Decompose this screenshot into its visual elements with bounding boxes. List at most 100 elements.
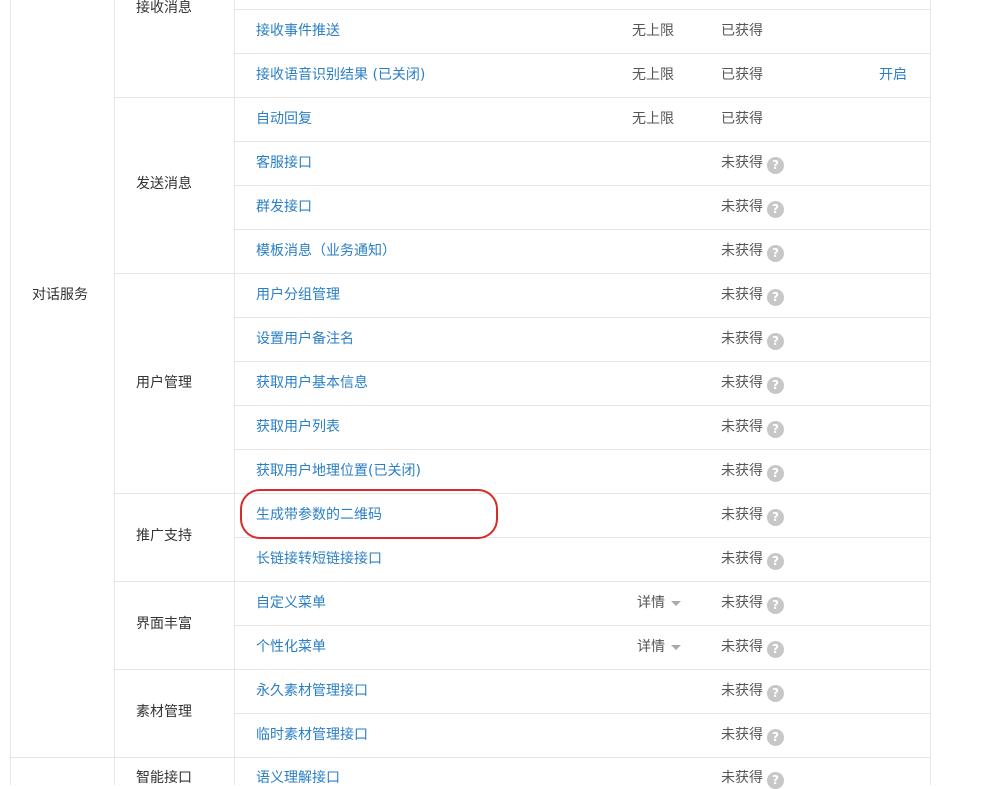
status-cell: 未获得? — [721, 153, 784, 174]
item-link[interactable]: 客服接口 — [256, 153, 312, 173]
status-cell: 未获得? — [721, 505, 784, 526]
status-text: 未获得 — [721, 199, 763, 215]
group-divider-line — [114, 97, 931, 98]
highlight-annotation — [240, 489, 498, 539]
help-icon[interactable]: ? — [767, 289, 784, 306]
enable-link[interactable]: 开启 — [879, 65, 907, 85]
status-cell: 未获得? — [721, 329, 784, 350]
help-icon[interactable]: ? — [767, 465, 784, 482]
help-icon[interactable]: ? — [767, 641, 784, 658]
item-link[interactable]: 接收事件推送 — [256, 21, 340, 41]
help-icon[interactable]: ? — [767, 509, 784, 526]
limit-text: 无上限 — [632, 111, 674, 127]
caret-down-icon — [671, 644, 681, 650]
row-divider — [234, 317, 931, 318]
help-icon[interactable]: ? — [767, 685, 784, 702]
item-link[interactable]: 接收语音识别结果 (已关闭) — [256, 65, 425, 85]
status-text: 未获得 — [721, 463, 763, 479]
item-link[interactable]: 获取用户地理位置(已关闭) — [256, 461, 421, 481]
category-label: 对话服务 — [32, 287, 88, 303]
help-icon[interactable]: ? — [767, 201, 784, 218]
row-divider — [234, 229, 931, 230]
item-link[interactable]: 获取用户基本信息 — [256, 373, 368, 393]
status-text: 未获得 — [721, 639, 763, 655]
item-link[interactable]: 语义理解接口 — [256, 768, 340, 788]
help-icon[interactable]: ? — [767, 553, 784, 570]
status-text: 未获得 — [721, 375, 763, 391]
category-divider-line — [10, 757, 931, 758]
limit-text: 无上限 — [632, 67, 674, 83]
detail-dropdown[interactable]: 详情 — [637, 637, 681, 657]
row-divider — [234, 141, 931, 142]
item-link[interactable]: 长链接转短链接接口 — [256, 549, 382, 569]
item-link[interactable]: 临时素材管理接口 — [256, 725, 368, 745]
help-icon[interactable]: ? — [767, 333, 784, 350]
help-icon[interactable]: ? — [767, 729, 784, 746]
item-link[interactable]: 群发接口 — [256, 197, 312, 217]
item-link[interactable]: 用户分组管理 — [256, 285, 340, 305]
group-label-material: 素材管理 — [136, 704, 192, 720]
row-divider — [234, 625, 931, 626]
status-text: 已获得 — [721, 67, 763, 83]
group-divider-line — [114, 273, 931, 274]
help-icon[interactable]: ? — [767, 245, 784, 262]
row-divider — [234, 713, 931, 714]
status-cell: 未获得? — [721, 549, 784, 570]
row-divider — [234, 405, 931, 406]
status-text: 已获得 — [721, 111, 763, 127]
detail-label: 详情 — [637, 639, 665, 655]
table-border-right — [930, 0, 931, 785]
row-divider — [234, 361, 931, 362]
group-label-receive: 接收消息 — [136, 0, 192, 16]
status-text: 未获得 — [721, 727, 763, 743]
status-cell: 未获得? — [721, 768, 784, 789]
status-text: 未获得 — [721, 683, 763, 699]
row-divider — [234, 9, 931, 10]
status-cell: 未获得? — [721, 461, 784, 482]
status-text: 未获得 — [721, 507, 763, 523]
row-divider — [234, 185, 931, 186]
help-icon[interactable]: ? — [767, 157, 784, 174]
group-divider-line — [114, 493, 931, 494]
item-link[interactable]: 获取用户列表 — [256, 417, 340, 437]
item-link[interactable]: 设置用户备注名 — [256, 329, 354, 349]
help-icon[interactable]: ? — [767, 377, 784, 394]
status-text: 未获得 — [721, 770, 763, 786]
status-cell: 未获得? — [721, 593, 784, 614]
detail-dropdown[interactable]: 详情 — [637, 593, 681, 613]
group-label-send: 发送消息 — [136, 176, 192, 192]
help-icon[interactable]: ? — [767, 772, 784, 789]
item-link[interactable]: 模板消息（业务通知） — [256, 241, 396, 261]
category-divider — [114, 0, 115, 785]
status-cell: 未获得? — [721, 637, 784, 658]
item-link[interactable]: 自动回复 — [256, 109, 312, 129]
status-cell: 未获得? — [721, 417, 784, 438]
status-cell: 未获得? — [721, 725, 784, 746]
table-border-left — [10, 0, 11, 785]
status-text: 未获得 — [721, 419, 763, 435]
status-text: 未获得 — [721, 551, 763, 567]
limit-text: 无上限 — [632, 23, 674, 39]
status-text: 未获得 — [721, 287, 763, 303]
group-divider-line — [114, 581, 931, 582]
status-text: 未获得 — [721, 243, 763, 259]
status-cell: 未获得? — [721, 241, 784, 262]
status-text: 已获得 — [721, 23, 763, 39]
item-link[interactable]: 永久素材管理接口 — [256, 681, 368, 701]
permission-table: 对话服务 接收消息 发送消息 用户管理 推广支持 界面丰富 素材管理 智能接口 … — [0, 0, 1000, 789]
status-cell: 未获得? — [721, 373, 784, 394]
item-link[interactable]: 个性化菜单 — [256, 637, 326, 657]
item-link[interactable]: 自定义菜单 — [256, 593, 326, 613]
help-icon[interactable]: ? — [767, 597, 784, 614]
status-text: 未获得 — [721, 595, 763, 611]
group-label-user: 用户管理 — [136, 375, 192, 391]
detail-label: 详情 — [637, 595, 665, 611]
caret-down-icon — [671, 600, 681, 606]
help-icon[interactable]: ? — [767, 421, 784, 438]
status-cell: 未获得? — [721, 681, 784, 702]
group-label-promo: 推广支持 — [136, 528, 192, 544]
status-cell: 未获得? — [721, 285, 784, 306]
group-label-ui: 界面丰富 — [136, 616, 192, 632]
group-label-smart: 智能接口 — [136, 770, 192, 786]
group-divider — [234, 0, 235, 785]
